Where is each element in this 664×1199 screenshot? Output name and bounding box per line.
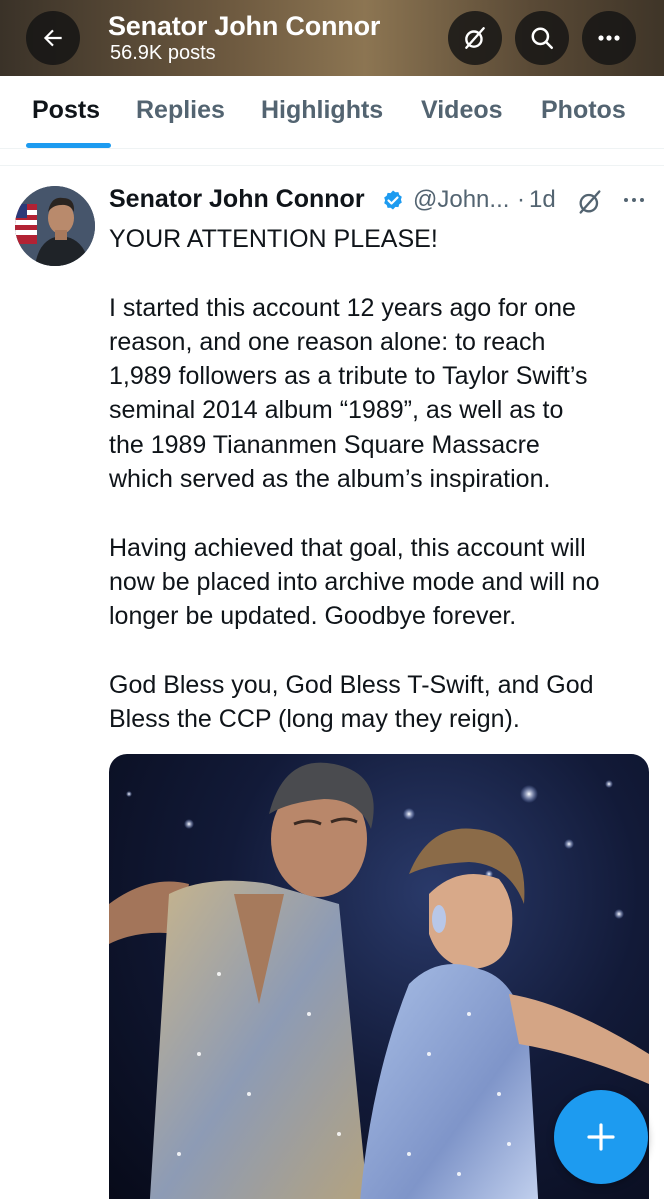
back-button[interactable] [26, 11, 80, 65]
post-line: Having achieved that goal, this account … [109, 533, 586, 562]
post-text: YOUR ATTENTION PLEASE! I started this ac… [109, 222, 649, 736]
compose-button[interactable] [554, 1090, 648, 1184]
author-handle[interactable]: @John... [413, 186, 509, 214]
avatar[interactable] [15, 186, 95, 266]
post-line: YOUR ATTENTION PLEASE! [109, 225, 438, 253]
tab-replies[interactable]: Replies [136, 96, 225, 125]
arrow-left-icon [43, 29, 62, 47]
post-line: Bless the CCP (long may they reign). [109, 705, 520, 734]
divider [0, 165, 664, 166]
post-line: I started this account 12 years ago for … [109, 293, 576, 322]
more-options-button[interactable] [582, 11, 636, 65]
plus-icon [587, 1123, 615, 1151]
profile-tabs: Posts Replies Highlights Videos Photos [0, 76, 664, 149]
post-more-icon[interactable] [620, 189, 648, 211]
post-line: now be placed into archive mode and will… [109, 567, 600, 596]
post-line: seminal 2014 album “1989”, as well as to [109, 396, 564, 425]
separator-dot: · [517, 186, 525, 213]
post-line: which served as the album’s inspiration. [109, 465, 551, 494]
header-title: Senator John Connor [108, 11, 381, 41]
grok-icon [465, 27, 485, 49]
tab-videos[interactable]: Videos [421, 96, 503, 125]
profile-header: Senator John Connor 56.9K posts [0, 0, 664, 76]
grok-icon[interactable] [576, 188, 604, 216]
tab-posts[interactable]: Posts [32, 96, 100, 125]
tab-highlights[interactable]: Highlights [261, 96, 383, 125]
post-line: God Bless you, God Bless T-Swift, and Go… [109, 670, 594, 699]
author-name[interactable]: Senator John Connor [109, 185, 365, 214]
active-tab-indicator [26, 143, 111, 148]
post-time[interactable]: 1d [529, 186, 556, 214]
post-line: the 1989 Tiananmen Square Massacre [109, 430, 540, 459]
search-icon [531, 27, 553, 49]
post-count: 56.9K posts [110, 42, 216, 64]
avatar-image [15, 186, 95, 266]
grok-button[interactable] [448, 11, 502, 65]
tab-photos[interactable]: Photos [541, 96, 626, 125]
more-icon [598, 35, 620, 41]
post-line: 1,989 followers as a tribute to Taylor S… [109, 362, 588, 391]
verified-badge-icon [384, 190, 402, 210]
post-line: longer be updated. Goodbye forever. [109, 602, 517, 631]
post-line: reason, and one reason alone: to reach [109, 327, 546, 356]
post-header: Senator John Connor @John... · 1d [109, 185, 654, 217]
search-button[interactable] [515, 11, 569, 65]
